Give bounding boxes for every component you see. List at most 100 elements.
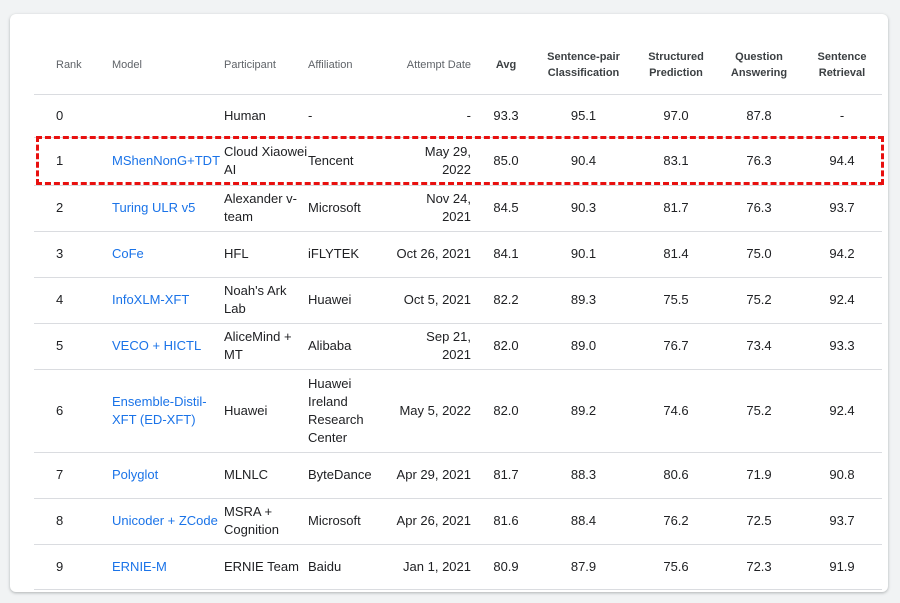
cell-attempt-date: Sep 21, 2021 — [394, 323, 481, 370]
cell-affiliation: - — [308, 94, 394, 138]
cell-model: CoFe — [112, 231, 224, 278]
cell-attempt-date: May 5, 2022 — [394, 369, 481, 453]
cell-model: MShenNonG+TDT — [112, 137, 224, 186]
cell-sentence-retrieval: 94.2 — [802, 231, 882, 278]
cell-attempt-date: Nov 24, 2021 — [394, 185, 481, 232]
model-link[interactable]: VECO + HICTL — [112, 338, 201, 353]
col-header-sentence-pair-classification: Sentence-pair Classification — [531, 36, 636, 95]
cell-rank: 3 — [34, 231, 112, 278]
model-link[interactable]: Ensemble-Distil-XFT (ED-XFT) — [112, 394, 207, 427]
col-header-affiliation: Affiliation — [308, 36, 394, 95]
cell-model: ERNIE-M — [112, 544, 224, 590]
cell-sentence-pair-classification: 90.3 — [531, 185, 636, 232]
cell-avg: 81.7 — [481, 452, 531, 499]
cell-sentence-retrieval: 92.4 — [802, 369, 882, 453]
leaderboard-table: Rank Model Participant Affiliation Attem… — [34, 36, 882, 590]
cell-model: Ensemble-Distil-XFT (ED-XFT) — [112, 369, 224, 453]
cell-sentence-retrieval: 93.7 — [802, 498, 882, 545]
table-row: 4 InfoXLM-XFT Noah's Ark Lab Huawei Oct … — [34, 277, 882, 324]
cell-question-answering: 73.4 — [716, 323, 802, 370]
cell-rank: 8 — [34, 498, 112, 545]
cell-question-answering: 72.3 — [716, 544, 802, 590]
cell-attempt-date: Apr 29, 2021 — [394, 452, 481, 499]
col-header-question-answering: Question Answering — [716, 36, 802, 95]
cell-affiliation: Alibaba — [308, 323, 394, 370]
cell-sentence-pair-classification: 88.3 — [531, 452, 636, 499]
col-header-rank: Rank — [34, 36, 112, 95]
model-link[interactable]: ERNIE-M — [112, 559, 167, 574]
cell-rank: 0 — [34, 94, 112, 138]
cell-question-answering: 76.3 — [716, 185, 802, 232]
col-header-model: Model — [112, 36, 224, 95]
model-link[interactable]: MShenNonG+TDT — [112, 153, 220, 168]
cell-model: Turing ULR v5 — [112, 185, 224, 232]
cell-participant: Alexander v-team — [224, 185, 308, 232]
cell-question-answering: 87.8 — [716, 94, 802, 138]
cell-avg: 84.5 — [481, 185, 531, 232]
cell-question-answering: 76.3 — [716, 137, 802, 186]
table-row: 3 CoFe HFL iFLYTEK Oct 26, 2021 84.1 90.… — [34, 231, 882, 278]
cell-question-answering: 75.0 — [716, 231, 802, 278]
cell-avg: 85.0 — [481, 137, 531, 186]
cell-affiliation: Huawei — [308, 277, 394, 324]
cell-participant: ERNIE Team — [224, 544, 308, 590]
cell-sentence-retrieval: 91.9 — [802, 544, 882, 590]
cell-structured-prediction: 75.6 — [636, 544, 716, 590]
cell-structured-prediction: 76.2 — [636, 498, 716, 545]
cell-attempt-date: Oct 26, 2021 — [394, 231, 481, 278]
model-link[interactable]: CoFe — [112, 246, 144, 261]
cell-attempt-date: Jan 1, 2021 — [394, 544, 481, 590]
model-link[interactable]: Turing ULR v5 — [112, 200, 195, 215]
cell-affiliation: Huawei Ireland Research Center — [308, 369, 394, 453]
col-header-structured-prediction: Structured Prediction — [636, 36, 716, 95]
cell-sentence-pair-classification: 88.4 — [531, 498, 636, 545]
cell-rank: 4 — [34, 277, 112, 324]
cell-avg: 84.1 — [481, 231, 531, 278]
cell-avg: 82.2 — [481, 277, 531, 324]
cell-structured-prediction: 81.4 — [636, 231, 716, 278]
cell-affiliation: Microsoft — [308, 498, 394, 545]
cell-affiliation: iFLYTEK — [308, 231, 394, 278]
cell-rank: 5 — [34, 323, 112, 370]
cell-participant: Noah's Ark Lab — [224, 277, 308, 324]
cell-question-answering: 75.2 — [716, 369, 802, 453]
cell-affiliation: Microsoft — [308, 185, 394, 232]
table-row: 5 VECO + HICTL AliceMind + MT Alibaba Se… — [34, 323, 882, 370]
cell-affiliation: Baidu — [308, 544, 394, 590]
col-header-sentence-retrieval: Sentence Retrieval — [802, 36, 882, 95]
cell-avg: 82.0 — [481, 323, 531, 370]
cell-structured-prediction: 80.6 — [636, 452, 716, 499]
cell-model: VECO + HICTL — [112, 323, 224, 370]
cell-rank: 9 — [34, 544, 112, 590]
cell-avg: 82.0 — [481, 369, 531, 453]
cell-avg: 93.3 — [481, 94, 531, 138]
cell-sentence-pair-classification: 89.0 — [531, 323, 636, 370]
cell-question-answering: 71.9 — [716, 452, 802, 499]
cell-sentence-pair-classification: 90.1 — [531, 231, 636, 278]
cell-sentence-retrieval: 93.7 — [802, 185, 882, 232]
cell-structured-prediction: 81.7 — [636, 185, 716, 232]
table-row: 0 Human - - 93.3 95.1 97.0 87.8 - — [34, 94, 882, 138]
cell-attempt-date: May 29, 2022 — [394, 137, 481, 186]
cell-avg: 81.6 — [481, 498, 531, 545]
cell-sentence-pair-classification: 87.9 — [531, 544, 636, 590]
cell-rank: 7 — [34, 452, 112, 499]
model-link[interactable]: InfoXLM-XFT — [112, 292, 189, 307]
cell-attempt-date: - — [394, 94, 481, 138]
cell-participant: MSRA + Cognition — [224, 498, 308, 545]
cell-structured-prediction: 75.5 — [636, 277, 716, 324]
cell-affiliation: Tencent — [308, 137, 394, 186]
cell-model: Polyglot — [112, 452, 224, 499]
cell-structured-prediction: 83.1 — [636, 137, 716, 186]
cell-sentence-retrieval: 92.4 — [802, 277, 882, 324]
table-row: 6 Ensemble-Distil-XFT (ED-XFT) Huawei Hu… — [34, 369, 882, 453]
cell-participant: Cloud Xiaowei AI — [224, 137, 308, 186]
model-link[interactable]: Polyglot — [112, 467, 158, 482]
col-header-attempt-date: Attempt Date — [394, 36, 481, 95]
cell-structured-prediction: 74.6 — [636, 369, 716, 453]
model-link[interactable]: Unicoder + ZCode — [112, 513, 218, 528]
cell-structured-prediction: 76.7 — [636, 323, 716, 370]
cell-model: Unicoder + ZCode — [112, 498, 224, 545]
cell-participant: AliceMind + MT — [224, 323, 308, 370]
cell-sentence-retrieval: 94.4 — [802, 137, 882, 186]
